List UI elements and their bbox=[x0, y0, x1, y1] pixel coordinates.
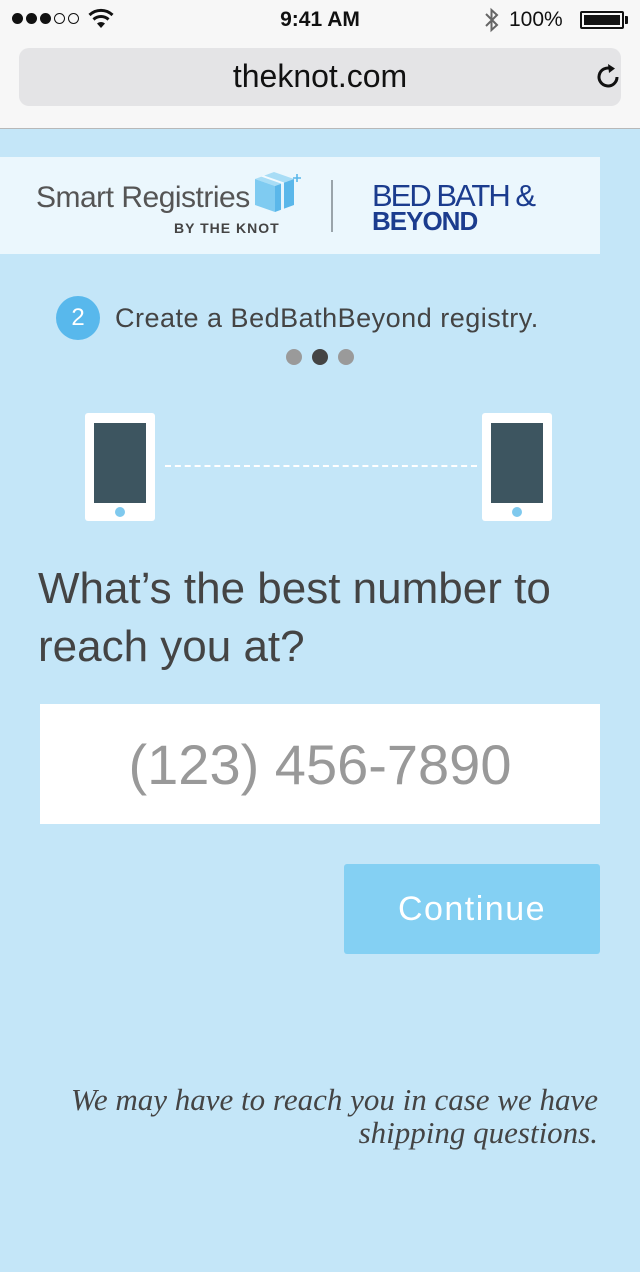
browser-toolbar: theknot.com bbox=[0, 40, 640, 129]
continue-button[interactable]: Continue bbox=[344, 864, 600, 954]
step-number-badge: 2 bbox=[56, 296, 100, 340]
partner-logo-line2: BEYOND bbox=[372, 206, 478, 236]
page-dot bbox=[286, 349, 302, 365]
gift-box-icon bbox=[255, 172, 301, 212]
url-text[interactable]: theknot.com bbox=[19, 58, 621, 95]
bluetooth-icon bbox=[485, 7, 499, 33]
reload-icon[interactable] bbox=[593, 62, 623, 92]
address-bar[interactable]: theknot.com bbox=[19, 48, 621, 106]
page-dot-active bbox=[312, 349, 328, 365]
step-title: Create a BedBathBeyond registry. bbox=[115, 303, 539, 333]
question-heading: What’s the best number to reach you at? bbox=[38, 564, 551, 671]
phone-left-icon bbox=[85, 413, 155, 521]
connection-dashed-line bbox=[165, 465, 477, 467]
battery-icon bbox=[580, 11, 624, 29]
phone-right-icon bbox=[482, 413, 552, 521]
page-indicator bbox=[286, 349, 354, 365]
phone-number-input[interactable] bbox=[40, 704, 600, 824]
status-bar: 9:41 AM 100% bbox=[0, 0, 640, 40]
brand-subtitle: BY THE KNOT bbox=[174, 220, 280, 236]
brand-title: Smart Registries bbox=[36, 181, 250, 214]
page-dot bbox=[338, 349, 354, 365]
battery-percent: 100% bbox=[509, 8, 563, 31]
banner-divider bbox=[331, 180, 333, 232]
shipping-note: We may have to reach you in case we have… bbox=[70, 1082, 598, 1150]
